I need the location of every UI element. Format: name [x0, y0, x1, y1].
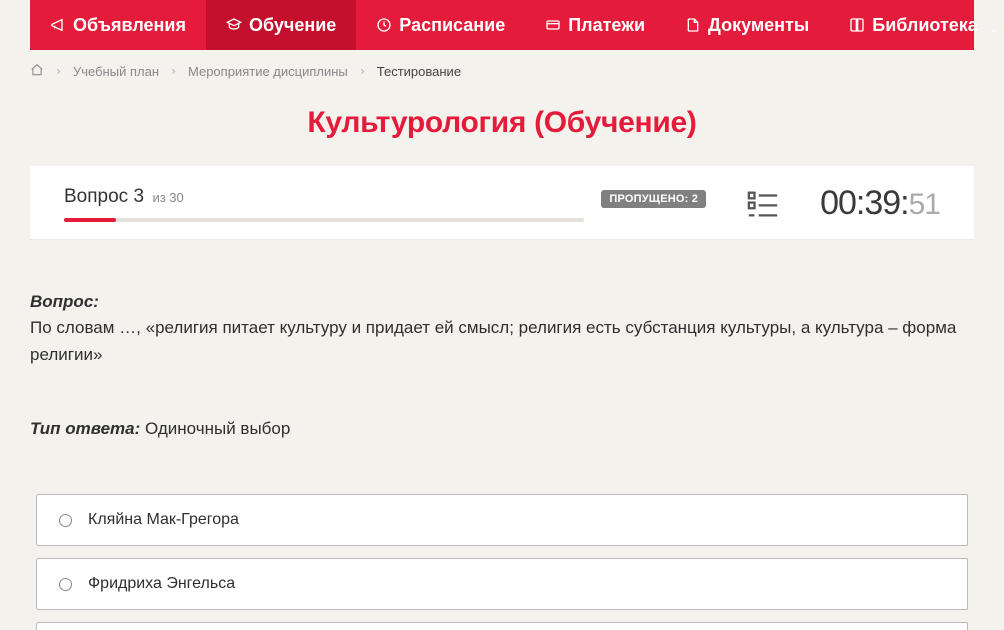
nav-label: Библиотека [872, 15, 978, 36]
chevron-right-icon [54, 64, 63, 79]
nav-item-learning[interactable]: Обучение [206, 0, 356, 50]
viewport: Объявления Обучение Расписание Платежи [0, 0, 1004, 630]
nav-label: Документы [708, 15, 809, 36]
progress-bar [64, 218, 584, 222]
book-icon [849, 17, 865, 33]
answer-option[interactable]: Фридриха Энгельса [36, 558, 968, 610]
option-text: Кляйна Мак-Грегора [88, 511, 239, 529]
progress-block: Вопрос 3 из 30 ПРОПУЩЕНО: 2 [64, 186, 706, 222]
nav-label: Расписание [399, 15, 505, 36]
question-text: По словам …, «религия питает культуру и … [30, 318, 956, 363]
nav-item-library[interactable]: Библиотека [829, 0, 1004, 50]
radio-icon [59, 578, 72, 591]
status-card: Вопрос 3 из 30 ПРОПУЩЕНО: 2 00:39:51 [30, 166, 974, 239]
timer: 00:39:51 [820, 184, 940, 223]
clock-icon [376, 17, 392, 33]
answer-option[interactable]: Кляйна Мак-Грегора [36, 494, 968, 546]
card-icon [545, 17, 561, 33]
page-title: Культурология (Обучение) [30, 106, 974, 140]
timer-seconds: 39 [864, 184, 900, 223]
top-nav: Объявления Обучение Расписание Платежи [30, 0, 974, 50]
nav-item-payments[interactable]: Платежи [525, 0, 665, 50]
question-area: Вопрос: По словам …, «религия питает кул… [30, 289, 974, 442]
file-icon [685, 17, 701, 33]
question-total: из 30 [152, 190, 183, 205]
nav-label: Платежи [568, 15, 645, 36]
nav-label: Объявления [73, 15, 186, 36]
question-list-button[interactable] [746, 187, 780, 221]
timer-centiseconds: 51 [909, 188, 940, 222]
home-icon[interactable] [30, 63, 44, 80]
chevron-down-icon [989, 20, 999, 30]
question-label: Вопрос: [30, 292, 99, 311]
nav-item-documents[interactable]: Документы [665, 0, 829, 50]
breadcrumb-link[interactable]: Учебный план [73, 64, 159, 79]
question-number: Вопрос 3 [64, 186, 144, 207]
chevron-right-icon [169, 64, 178, 79]
options-list: Кляйна Мак-Грегора Фридриха Энгельса [30, 494, 974, 630]
megaphone-icon [50, 17, 66, 33]
chevron-right-icon [358, 64, 367, 79]
timer-minutes: 00 [820, 184, 856, 223]
answer-option[interactable] [36, 622, 968, 630]
option-text: Фридриха Энгельса [88, 575, 235, 593]
radio-icon [59, 514, 72, 527]
breadcrumb-current: Тестирование [377, 64, 461, 79]
answer-type-label: Тип ответа: [30, 419, 140, 438]
breadcrumb: Учебный план Мероприятие дисциплины Тест… [30, 50, 974, 92]
nav-item-announcements[interactable]: Объявления [30, 0, 206, 50]
nav-item-schedule[interactable]: Расписание [356, 0, 525, 50]
breadcrumb-link[interactable]: Мероприятие дисциплины [188, 64, 348, 79]
skipped-badge: ПРОПУЩЕНО: 2 [601, 190, 706, 208]
page-content: Объявления Обучение Расписание Платежи [0, 0, 1004, 630]
progress-fill [64, 218, 116, 222]
cap-icon [226, 17, 242, 33]
nav-label: Обучение [249, 15, 336, 36]
answer-type-value: Одиночный выбор [145, 419, 290, 438]
